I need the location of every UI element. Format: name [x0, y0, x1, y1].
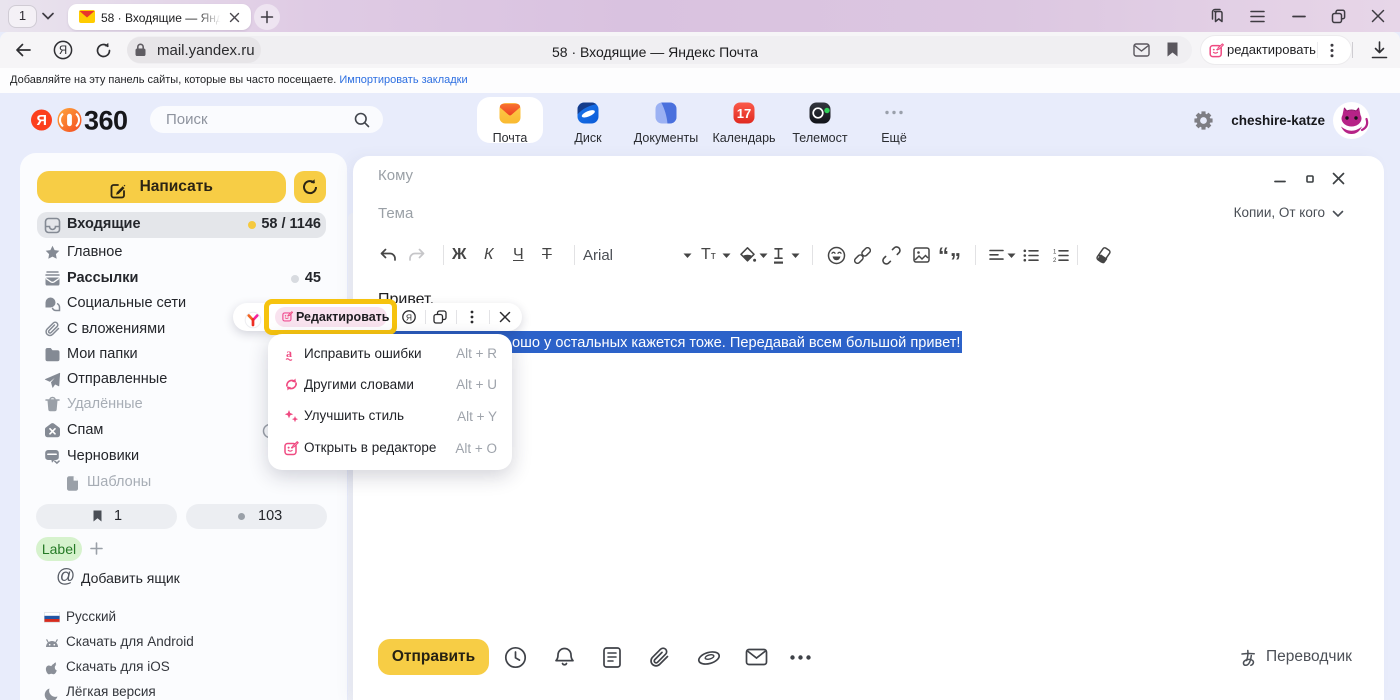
svg-text:Я: Я	[59, 45, 67, 57]
svg-text:360: 360	[84, 107, 128, 133]
svg-text:Я: Я	[36, 113, 46, 129]
svg-text:a: a	[286, 346, 292, 360]
svg-text:2: 2	[1053, 258, 1057, 262]
svg-text:Я: Я	[406, 312, 412, 322]
svg-text:1: 1	[1053, 250, 1057, 256]
svg-text:17: 17	[737, 106, 751, 121]
